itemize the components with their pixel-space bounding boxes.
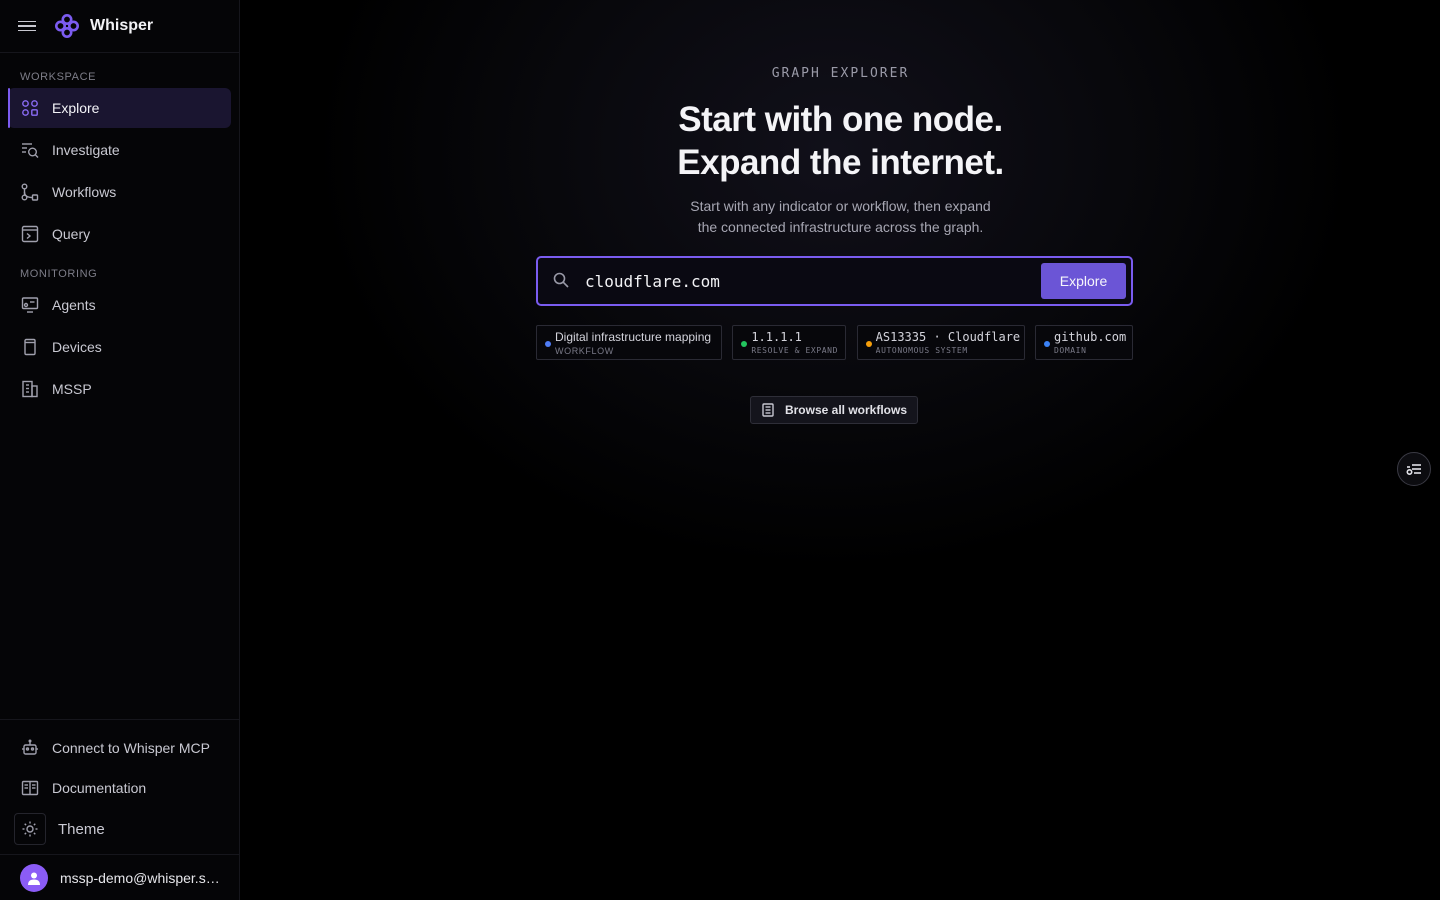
- page-subtitle: Start with any indicator or workflow, th…: [241, 196, 1440, 238]
- user-icon: [28, 872, 40, 885]
- documentation-label: Documentation: [52, 780, 147, 796]
- sidebar-item-label: MSSP: [52, 381, 92, 397]
- user-email: mssp-demo@whisper.sec...: [60, 869, 220, 886]
- sidebar-item-agents[interactable]: Agents: [8, 285, 231, 325]
- sidebar-item-label: Workflows: [52, 184, 117, 200]
- sidebar-item-mssp[interactable]: MSSP: [8, 369, 231, 409]
- theme-label: Theme: [58, 820, 105, 838]
- connect-mcp-label: Connect to Whisper MCP: [52, 740, 210, 756]
- browse-workflows-label: Browse all workflows: [784, 403, 908, 417]
- chip-dot: [865, 341, 872, 347]
- sidebar-item-label: Query: [52, 226, 91, 242]
- search-icon: [553, 272, 571, 290]
- brand-name: Whisper: [90, 17, 154, 34]
- sidebar-item-investigate[interactable]: Investigate: [8, 130, 231, 170]
- headline-line-2: Expand the internet.: [677, 143, 1004, 182]
- sidebar-footer: Connect to Whisper MCP Documentation The…: [0, 719, 239, 900]
- chip-github-com[interactable]: github.com DOMAIN: [1034, 325, 1133, 360]
- sidebar-item-workflows[interactable]: Workflows: [8, 172, 231, 212]
- chip-subtitle: AUTONOMOUS SYSTEM: [875, 346, 968, 355]
- sidebar-item-label: Agents: [52, 297, 96, 313]
- chip-digital-infrastructure-mapping[interactable]: Digital infrastructure mapping WORKFLOW: [536, 325, 722, 360]
- chip-1-1-1-1[interactable]: 1.1.1.1 RESOLVE & EXPAND: [732, 325, 847, 360]
- section-label-monitoring: MONITORING: [20, 268, 98, 280]
- building-icon: [20, 379, 40, 399]
- sun-icon: [14, 813, 46, 845]
- chip-title: Digital infrastructure mapping: [555, 330, 712, 344]
- filter-panel-toggle[interactable]: [1397, 452, 1431, 486]
- subtitle-line-2: the connected infrastructure across the …: [697, 219, 984, 235]
- chip-subtitle: RESOLVE & EXPAND: [751, 346, 838, 355]
- grid-nodes-icon: [20, 98, 40, 118]
- explore-button[interactable]: Explore: [1041, 263, 1126, 299]
- sidebar-item-label: Explore: [52, 100, 100, 116]
- chip-title: AS13335 · Cloudflare: [875, 330, 1021, 344]
- suggestion-chips: Digital infrastructure mapping WORKFLOW …: [536, 325, 1133, 360]
- connect-mcp-link[interactable]: Connect to Whisper MCP: [0, 728, 239, 768]
- section-label-workspace: WORKSPACE: [20, 71, 97, 83]
- theme-toggle[interactable]: Theme: [0, 808, 239, 850]
- menu-icon[interactable]: [18, 16, 38, 36]
- workflow-icon: [20, 182, 40, 202]
- sidebar-item-query[interactable]: Query: [8, 214, 231, 254]
- page-title: Start with one node. Expand the internet…: [241, 98, 1440, 184]
- sidebar-item-label: Devices: [52, 339, 102, 355]
- headline-line-1: Start with one node.: [678, 100, 1003, 139]
- sidebar-item-explore[interactable]: Explore: [8, 88, 231, 128]
- agent-monitor-icon: [20, 295, 40, 315]
- sidebar: Whisper WORKSPACE Explore Investigate Wo…: [0, 0, 240, 900]
- book-icon: [20, 778, 40, 798]
- brand-header: Whisper: [0, 0, 239, 53]
- search-input[interactable]: [585, 271, 1041, 291]
- user-account-menu[interactable]: mssp-demo@whisper.sec...: [0, 854, 239, 900]
- whisper-logo-icon: [55, 14, 79, 38]
- chip-dot: [741, 341, 748, 347]
- subtitle-line-1: Start with any indicator or workflow, th…: [690, 198, 991, 214]
- chip-as13335-cloudflare[interactable]: AS13335 · Cloudflare AUTONOMOUS SYSTEM: [856, 325, 1025, 360]
- documentation-link[interactable]: Documentation: [0, 768, 239, 808]
- chip-title: github.com: [1053, 330, 1127, 344]
- list-document-icon: [762, 403, 774, 417]
- chip-title: 1.1.1.1: [751, 330, 802, 344]
- robot-icon: [20, 738, 40, 758]
- chip-subtitle: WORKFLOW: [555, 346, 614, 356]
- avatar: [20, 863, 48, 892]
- sliders-icon: [1406, 464, 1421, 476]
- browse-workflows-button[interactable]: Browse all workflows: [750, 396, 918, 424]
- sidebar-item-label: Investigate: [52, 142, 120, 158]
- terminal-icon: [20, 224, 40, 244]
- chip-dot: [1043, 341, 1050, 347]
- chip-dot: [545, 341, 551, 347]
- sidebar-item-devices[interactable]: Devices: [8, 327, 231, 367]
- chip-subtitle: DOMAIN: [1053, 346, 1087, 355]
- main-content: GRAPH EXPLORER Start with one node. Expa…: [241, 0, 1440, 900]
- page-eyebrow: GRAPH EXPLORER: [771, 66, 910, 81]
- search-bar: Explore: [536, 256, 1133, 306]
- device-icon: [20, 337, 40, 357]
- list-search-icon: [20, 140, 40, 160]
